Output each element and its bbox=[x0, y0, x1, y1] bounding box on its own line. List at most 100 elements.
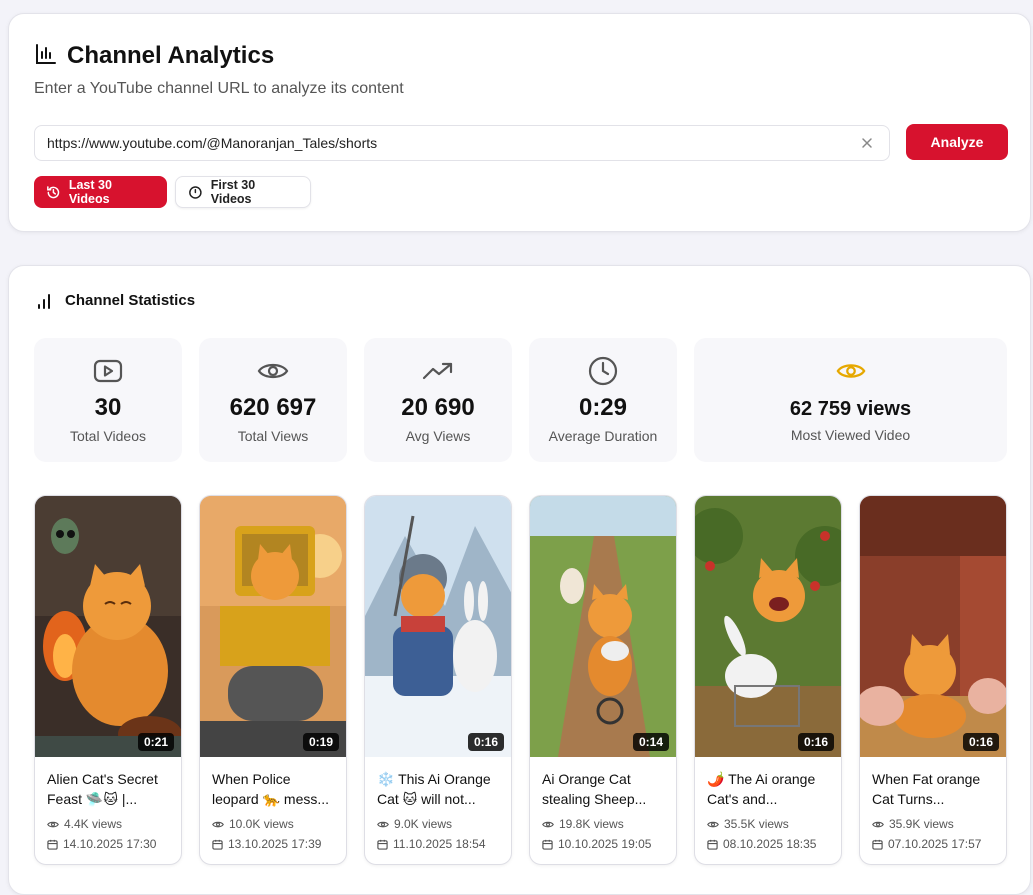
video-card[interactable]: 0:16 When Fat orange Cat Turns... 35.9K … bbox=[859, 495, 1007, 865]
video-thumbnail[interactable]: 0:16 bbox=[695, 496, 841, 757]
last-30-videos-button[interactable]: Last 30 Videos bbox=[34, 176, 167, 208]
eye-icon bbox=[872, 821, 884, 827]
video-duration: 0:21 bbox=[137, 733, 174, 751]
video-card[interactable]: 0:21 Alien Cat's Secret Feast 🛸🐱 |... 4.… bbox=[34, 495, 182, 865]
eye-icon bbox=[257, 363, 289, 379]
video-thumbnail[interactable]: 0:14 bbox=[530, 496, 676, 757]
calendar-icon bbox=[707, 839, 718, 850]
video-thumbnail[interactable]: 0:16 bbox=[860, 496, 1006, 757]
trending-up-icon bbox=[422, 362, 453, 380]
video-date-text: 07.10.2025 17:57 bbox=[888, 837, 982, 851]
video-thumbnail[interactable]: 0:16 bbox=[365, 496, 511, 757]
video-duration: 0:14 bbox=[632, 733, 669, 751]
video-date: 13.10.2025 17:39 bbox=[212, 837, 321, 851]
stat-total-views: 620 697 Total Views bbox=[199, 338, 347, 462]
video-views: 9.0K views bbox=[377, 817, 452, 831]
video-date: 07.10.2025 17:57 bbox=[872, 837, 981, 851]
video-card[interactable]: 0:16 ❄️ This Ai Orange Cat 🐱 will not...… bbox=[364, 495, 512, 865]
video-views: 35.9K views bbox=[872, 817, 954, 831]
page-subtitle: Enter a YouTube channel URL to analyze i… bbox=[34, 80, 404, 97]
video-views-text: 4.4K views bbox=[64, 817, 123, 831]
video-date: 10.10.2025 19:05 bbox=[542, 837, 651, 851]
calendar-icon bbox=[377, 839, 388, 850]
eye-icon bbox=[212, 821, 224, 827]
stat-value: 0:29 bbox=[578, 394, 628, 421]
title-row: Channel Analytics bbox=[35, 42, 274, 70]
calendar-icon bbox=[542, 839, 553, 850]
eye-icon bbox=[542, 821, 554, 827]
eye-icon bbox=[377, 821, 389, 827]
stat-avg-duration: 0:29 Average Duration bbox=[529, 338, 677, 462]
video-views-text: 10.0K views bbox=[229, 817, 294, 831]
close-icon bbox=[862, 138, 872, 148]
stat-label: Total Videos bbox=[69, 428, 146, 444]
eye-icon bbox=[836, 364, 865, 378]
stat-most-viewed[interactable]: 62 759 views Most Viewed Video bbox=[694, 338, 1007, 462]
video-date: 11.10.2025 18:54 bbox=[377, 837, 486, 851]
stat-label: Most Viewed Video bbox=[790, 427, 911, 443]
stat-value: 620 697 bbox=[229, 394, 317, 421]
signal-bars-icon bbox=[38, 293, 50, 309]
eye-icon bbox=[707, 821, 719, 827]
video-date-text: 11.10.2025 18:54 bbox=[393, 837, 486, 851]
statistics-heading: Channel Statistics bbox=[65, 292, 196, 309]
video-duration: 0:16 bbox=[797, 733, 834, 751]
video-title[interactable]: Ai Orange Cat stealing Sheep... bbox=[542, 769, 668, 809]
first-30-label: First 30 Videos bbox=[210, 178, 256, 206]
video-views-text: 19.8K views bbox=[559, 817, 624, 831]
history-icon bbox=[47, 185, 60, 198]
video-views: 19.8K views bbox=[542, 817, 624, 831]
page-title: Channel Analytics bbox=[67, 42, 275, 69]
video-icon bbox=[93, 359, 123, 383]
video-views: 4.4K views bbox=[47, 817, 122, 831]
statistics-card: Channel Statistics 30 Total Videos 620 6… bbox=[8, 265, 1031, 895]
video-card[interactable]: 0:14 Ai Orange Cat stealing Sheep... 19.… bbox=[529, 495, 677, 865]
calendar-icon bbox=[212, 839, 223, 850]
video-duration: 0:16 bbox=[962, 733, 999, 751]
channel-url-field[interactable] bbox=[34, 125, 890, 161]
stat-label: Average Duration bbox=[548, 428, 658, 444]
video-date: 08.10.2025 18:35 bbox=[707, 837, 816, 851]
first-30-videos-button[interactable]: First 30 Videos bbox=[175, 176, 311, 208]
video-title[interactable]: When Fat orange Cat Turns... bbox=[872, 769, 998, 809]
stat-avg-views: 20 690 Avg Views bbox=[364, 338, 512, 462]
video-thumbnail[interactable]: 0:19 bbox=[200, 496, 346, 757]
channel-url-input[interactable] bbox=[47, 135, 857, 151]
eye-icon bbox=[47, 821, 59, 827]
video-date-text: 08.10.2025 18:35 bbox=[723, 837, 817, 851]
clock-icon bbox=[588, 356, 618, 386]
search-card: Channel Analytics Enter a YouTube channe… bbox=[8, 13, 1031, 232]
stat-value: 62 759 views bbox=[789, 398, 912, 420]
analyze-button[interactable]: Analyze bbox=[906, 124, 1008, 160]
statistics-header: Channel Statistics bbox=[37, 292, 195, 309]
video-card[interactable]: 0:16 🌶️ The Ai orange Cat's and... 35.5K… bbox=[694, 495, 842, 865]
calendar-icon bbox=[47, 839, 58, 850]
video-date-text: 10.10.2025 19:05 bbox=[558, 837, 652, 851]
video-date-text: 14.10.2025 17:30 bbox=[63, 837, 157, 851]
video-thumbnail[interactable]: 0:21 bbox=[35, 496, 181, 757]
video-title[interactable]: When Police leopard 🐆 mess... bbox=[212, 769, 338, 809]
bar-chart-icon bbox=[35, 43, 57, 70]
timer-icon bbox=[189, 185, 202, 199]
calendar-icon bbox=[872, 839, 883, 850]
video-views-text: 35.5K views bbox=[724, 817, 789, 831]
video-title[interactable]: 🌶️ The Ai orange Cat's and... bbox=[707, 769, 833, 809]
video-date: 14.10.2025 17:30 bbox=[47, 837, 156, 851]
video-views: 10.0K views bbox=[212, 817, 294, 831]
stat-total-videos: 30 Total Videos bbox=[34, 338, 182, 462]
video-views-text: 35.9K views bbox=[889, 817, 954, 831]
stat-value: 30 bbox=[94, 394, 122, 421]
video-duration: 0:16 bbox=[467, 733, 504, 751]
video-card[interactable]: 0:19 When Police leopard 🐆 mess... 10.0K… bbox=[199, 495, 347, 865]
video-views: 35.5K views bbox=[707, 817, 789, 831]
stat-label: Total Views bbox=[237, 428, 309, 444]
last-30-label: Last 30 Videos bbox=[68, 178, 112, 206]
video-date-text: 13.10.2025 17:39 bbox=[228, 837, 322, 851]
stat-label: Avg Views bbox=[405, 428, 471, 444]
video-title[interactable]: Alien Cat's Secret Feast 🛸🐱 |... bbox=[47, 769, 173, 809]
video-duration: 0:19 bbox=[302, 733, 339, 751]
stat-value: 20 690 bbox=[401, 394, 475, 421]
video-views-text: 9.0K views bbox=[394, 817, 453, 831]
video-title[interactable]: ❄️ This Ai Orange Cat 🐱 will not... bbox=[377, 769, 503, 809]
clear-input-button[interactable] bbox=[857, 133, 877, 153]
